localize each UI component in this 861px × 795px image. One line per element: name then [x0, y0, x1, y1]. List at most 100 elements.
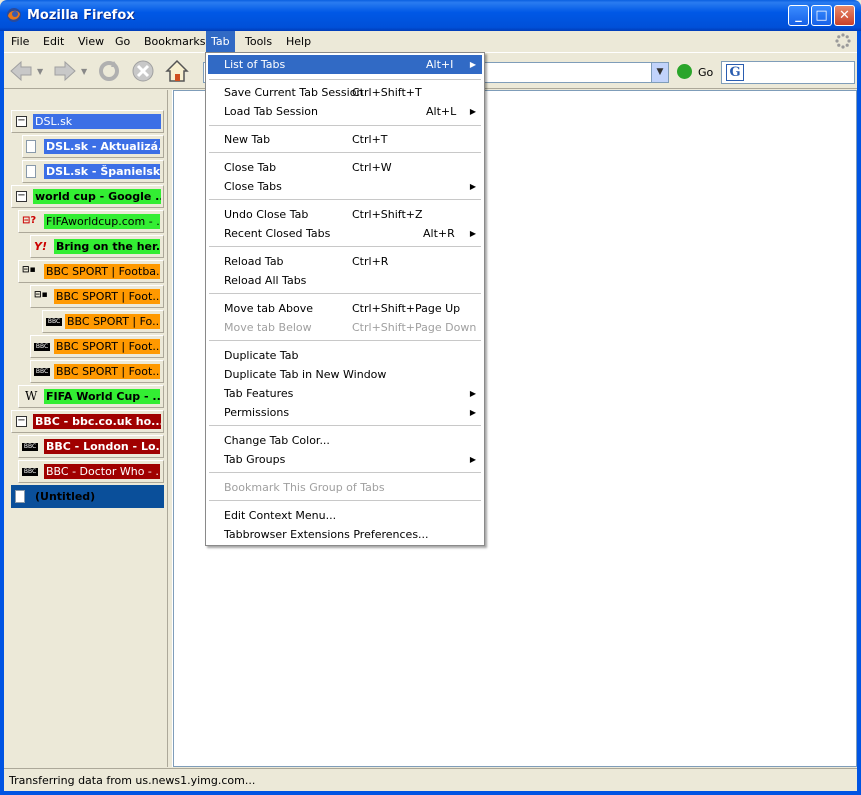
menu-item-close-tab[interactable]: Close Tab Ctrl+W — [208, 158, 482, 177]
menu-item-list-of-tabs[interactable]: List of Tabs Alt+I ▶ — [208, 55, 482, 74]
submenu-arrow-icon: ▶ — [469, 60, 476, 69]
google-search-icon[interactable]: G — [726, 64, 744, 81]
menu-view[interactable]: View — [75, 34, 107, 50]
menu-item-change-tab-color[interactable]: Change Tab Color... — [208, 431, 482, 450]
sidebar-tab-selected[interactable]: (Untitled) — [11, 485, 164, 508]
menu-item-save-tab-session[interactable]: Save Current Tab Session Ctrl+Shift+T — [208, 83, 482, 102]
menu-item-bookmark-group[interactable]: Bookmark This Group of Tabs — [208, 478, 482, 497]
menu-separator — [209, 125, 481, 126]
sidebar-tab-label: DSL.sk - Aktualizá... — [44, 139, 160, 154]
url-dropdown-button[interactable]: ▼ — [651, 63, 668, 82]
submenu-arrow-icon: ▶ — [469, 455, 476, 464]
menu-item-duplicate-tab[interactable]: Duplicate Tab — [208, 346, 482, 365]
menu-separator — [209, 293, 481, 294]
sidebar-tab[interactable]: − DSL.sk — [11, 110, 164, 133]
menu-tab[interactable]: Tab — [206, 31, 235, 52]
reload-icon[interactable] — [96, 58, 122, 84]
bbc-icon: BBC — [22, 468, 38, 476]
menu-item-shortcut: Ctrl+Shift+Page Up — [352, 302, 461, 315]
menu-item-shortcut: Ctrl+Shift+T — [352, 86, 422, 99]
menu-item-label: Bookmark This Group of Tabs — [224, 481, 385, 494]
back-icon[interactable] — [8, 58, 34, 84]
collapse-icon[interactable]: − — [16, 116, 27, 127]
menu-separator — [209, 152, 481, 153]
menu-item-tabbrowser-preferences[interactable]: Tabbrowser Extensions Preferences... — [208, 525, 482, 544]
menu-item-label: Change Tab Color... — [224, 434, 330, 447]
sidebar-tab-label: Bring on the her... — [54, 239, 160, 254]
menu-bookmarks[interactable]: Bookmarks — [141, 34, 208, 50]
menu-edit[interactable]: Edit — [40, 34, 67, 50]
page-icon — [26, 140, 36, 153]
window-frame-right — [857, 31, 861, 795]
submenu-arrow-icon: ▶ — [469, 229, 476, 238]
menu-bar: File Edit View Go Bookmarks Tab Tools He… — [4, 31, 857, 52]
sidebar-tab[interactable]: W FIFA World Cup - ... — [18, 385, 164, 408]
menu-item-undo-close-tab[interactable]: Undo Close Tab Ctrl+Shift+Z — [208, 205, 482, 224]
bbc-icon: BBC — [22, 443, 38, 451]
menu-item-move-tab-above[interactable]: Move tab Above Ctrl+Shift+Page Up — [208, 299, 482, 318]
status-text: Transferring data from us.news1.yimg.com… — [9, 774, 256, 787]
sidebar-tab-label: FIFAworldcup.com - ... — [44, 214, 160, 229]
sidebar-tab-label: BBC SPORT | Footba... — [44, 264, 160, 279]
sidebar-tab-label: BBC SPORT | Foot... — [54, 289, 160, 304]
minimize-button[interactable]: _ — [788, 5, 809, 26]
wikipedia-icon: W — [25, 389, 38, 403]
sidebar-tab-label: (Untitled) — [35, 490, 96, 503]
menu-go[interactable]: Go — [112, 34, 133, 50]
menu-item-shortcut: Alt+R — [423, 227, 455, 240]
sidebar-tab[interactable]: ⊟▪ BBC SPORT | Foot... — [30, 285, 164, 308]
go-icon[interactable] — [677, 64, 692, 79]
menu-item-reload-all-tabs[interactable]: Reload All Tabs — [208, 271, 482, 290]
sidebar-tab[interactable]: ⊟▪ BBC SPORT | Footba... — [18, 260, 164, 283]
sidebar-tab[interactable]: BBC BBC - London - Lo... — [18, 435, 164, 458]
menu-item-tab-features[interactable]: Tab Features ▶ — [208, 384, 482, 403]
menu-item-shortcut: Alt+I — [426, 58, 454, 71]
sidebar-tab[interactable]: − world cup - Google ... — [11, 185, 164, 208]
forward-dropdown-icon[interactable]: ▼ — [81, 67, 87, 76]
menu-item-tab-groups[interactable]: Tab Groups ▶ — [208, 450, 482, 469]
back-dropdown-icon[interactable]: ▼ — [37, 67, 43, 76]
stop-icon[interactable] — [130, 58, 156, 84]
maximize-button[interactable]: □ — [811, 5, 832, 26]
sidebar-tab[interactable]: DSL.sk - Španielsk... — [22, 160, 164, 183]
menu-help[interactable]: Help — [283, 34, 314, 50]
menu-item-permissions[interactable]: Permissions ▶ — [208, 403, 482, 422]
sidebar-tab[interactable]: BBC BBC - Doctor Who - ... — [18, 460, 164, 483]
menu-item-recent-closed-tabs[interactable]: Recent Closed Tabs Alt+R ▶ — [208, 224, 482, 243]
sidebar-tab[interactable]: − BBC - bbc.co.uk ho... — [11, 410, 164, 433]
collapse-icon[interactable]: − — [16, 416, 27, 427]
menu-file[interactable]: File — [8, 34, 32, 50]
menu-item-shortcut: Alt+L — [426, 105, 457, 118]
window-frame-bottom — [0, 791, 861, 795]
home-icon[interactable] — [164, 58, 190, 84]
sidebar-tab[interactable]: BBC BBC SPORT | Foot... — [30, 360, 164, 383]
menu-item-close-tabs[interactable]: Close Tabs ▶ — [208, 177, 482, 196]
menu-item-label: Undo Close Tab — [224, 208, 309, 221]
menu-item-new-tab[interactable]: New Tab Ctrl+T — [208, 130, 482, 149]
menu-tools[interactable]: Tools — [242, 34, 275, 50]
menu-item-move-tab-below[interactable]: Move tab Below Ctrl+Shift+Page Down — [208, 318, 482, 337]
title-bar[interactable]: Mozilla Firefox _ □ ✕ — [0, 0, 861, 31]
bbc-icon: BBC — [46, 318, 62, 326]
sidebar-tab[interactable]: ⊟? FIFAworldcup.com - ... — [18, 210, 164, 233]
menu-item-shortcut: Ctrl+Shift+Page Down — [352, 321, 477, 334]
search-input[interactable]: G — [721, 61, 855, 84]
sidebar-tab[interactable]: BBC BBC SPORT | Foot... — [30, 335, 164, 358]
close-button[interactable]: ✕ — [834, 5, 855, 26]
sidebar-tab[interactable]: Y! Bring on the her... — [30, 235, 164, 258]
menu-item-label: Reload All Tabs — [224, 274, 307, 287]
menu-item-shortcut: Ctrl+Shift+Z — [352, 208, 423, 221]
menu-item-label: List of Tabs — [224, 58, 286, 71]
bbc-icon: BBC — [34, 343, 50, 351]
forward-icon[interactable] — [52, 58, 78, 84]
go-button[interactable]: Go — [698, 66, 713, 79]
sidebar-tab[interactable]: BBC BBC SPORT | Fo... — [42, 310, 164, 333]
sidebar-tab[interactable]: DSL.sk - Aktualizá... — [22, 135, 164, 158]
menu-separator — [209, 79, 481, 80]
menu-item-edit-context-menu[interactable]: Edit Context Menu... — [208, 506, 482, 525]
menu-item-reload-tab[interactable]: Reload Tab Ctrl+R — [208, 252, 482, 271]
bbc-icon: ⊟▪ — [22, 265, 36, 275]
menu-item-duplicate-tab-new-window[interactable]: Duplicate Tab in New Window — [208, 365, 482, 384]
collapse-icon[interactable]: − — [16, 191, 27, 202]
menu-item-load-tab-session[interactable]: Load Tab Session Alt+L ▶ — [208, 102, 482, 121]
